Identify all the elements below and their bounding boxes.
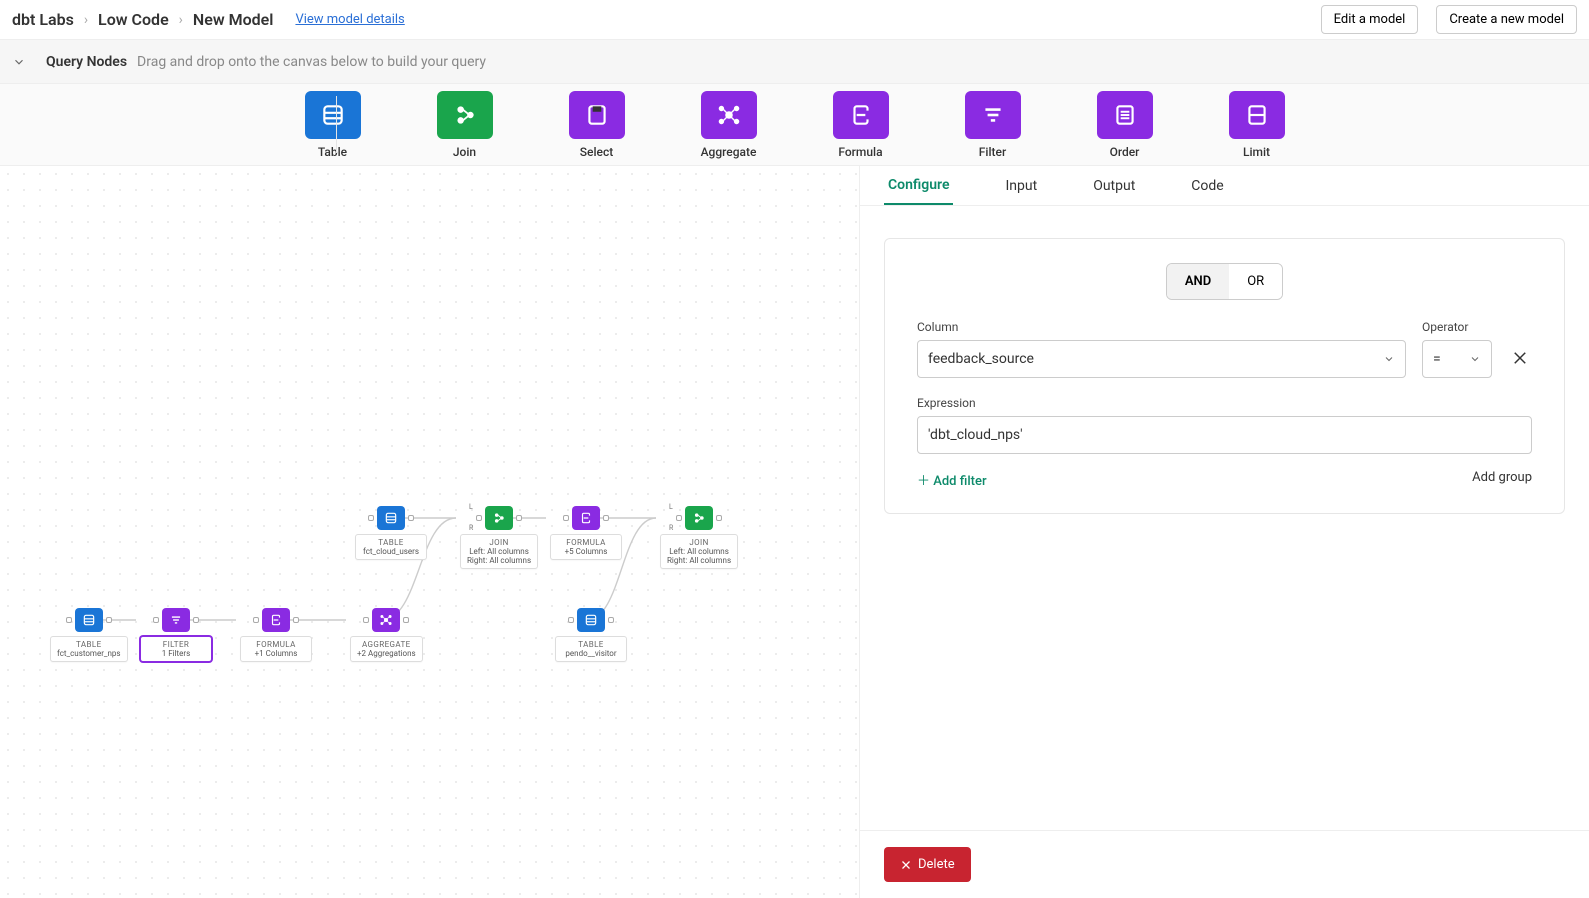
tool-filter[interactable]: Filter (965, 91, 1021, 159)
operator-label: Operator (1422, 320, 1492, 334)
tool-label: Order (1110, 145, 1140, 159)
tab-code[interactable]: Code (1187, 168, 1227, 204)
column-select[interactable]: feedback_source (917, 340, 1406, 378)
chevron-right-icon: › (179, 12, 183, 28)
tool-table[interactable]: Table (305, 91, 361, 159)
chevron-down-icon (1383, 353, 1395, 365)
config-body: AND OR Column feedback_source Operator (860, 206, 1589, 830)
node-n_tbl_users[interactable]: TABLEfct_cloud_users (355, 506, 427, 560)
expression-input[interactable]: 'dbt_cloud_nps' (917, 416, 1532, 454)
chevron-right-icon: › (84, 12, 88, 28)
node-n_agg[interactable]: AGGREGATE+2 Aggregations (350, 608, 423, 662)
node-n_tbl_nps[interactable]: TABLEfct_customer_nps (50, 608, 128, 662)
node-n_formula1[interactable]: FORMULA+1 Columns (240, 608, 312, 662)
tool-formula[interactable]: Formula (833, 91, 889, 159)
operator-select[interactable]: = (1422, 340, 1492, 378)
close-icon (900, 859, 912, 871)
join-icon (492, 511, 506, 525)
breadcrumb-bar: dbt Labs › Low Code › New Model View mod… (0, 0, 1589, 40)
config-tabs: Configure Input Output Code (860, 166, 1589, 206)
logic-toggle: AND OR (917, 263, 1532, 300)
edit-model-button[interactable]: Edit a model (1321, 5, 1419, 34)
canvas[interactable]: TABLEfct_cloud_users LRJOINLeft: All colu… (0, 166, 859, 898)
column-value: feedback_source (928, 351, 1034, 367)
query-nodes-title: Query Nodes (46, 54, 127, 70)
tool-label: Formula (838, 145, 882, 159)
node-n_tbl_pendo[interactable]: TABLEpendo__visitor (555, 608, 627, 662)
node-n_formula2[interactable]: FORMULA+5 Columns (550, 506, 622, 560)
delete-button[interactable]: Delete (884, 847, 971, 882)
logic-or-button[interactable]: OR (1229, 264, 1282, 299)
crumb-org[interactable]: dbt Labs (12, 10, 74, 29)
tool-join[interactable]: Join (437, 91, 493, 159)
close-icon (1511, 349, 1529, 367)
tab-input[interactable]: Input (1001, 168, 1041, 204)
formula-icon (848, 102, 874, 128)
expression-field: Expression 'dbt_cloud_nps' (917, 396, 1532, 454)
config-panel: Configure Input Output Code AND OR Column f… (859, 166, 1589, 898)
tool-label: Filter (979, 145, 1006, 159)
formula-icon (269, 613, 283, 627)
filter-card-footer: ＋ Add filter Add group (917, 470, 1532, 489)
chevron-down-icon[interactable] (12, 55, 26, 69)
table-icon (384, 511, 398, 525)
crumb-section[interactable]: Low Code (98, 10, 169, 29)
tool-label: Select (580, 145, 613, 159)
formula-icon (579, 511, 593, 525)
node-n_join1[interactable]: LRJOINLeft: All columns Right: All colum… (460, 506, 538, 569)
tool-select[interactable]: Select (569, 91, 625, 159)
tool-label: Table (318, 145, 347, 159)
table-icon (584, 613, 598, 627)
node-n_join2[interactable]: LRJOINLeft: All columns Right: All colum… (660, 506, 738, 569)
remove-filter-button[interactable] (1508, 346, 1532, 370)
tool-limit[interactable]: Limit (1229, 91, 1285, 159)
limit-icon (1244, 102, 1270, 128)
crumb-page[interactable]: New Model (193, 10, 274, 29)
filter-card: AND OR Column feedback_source Operator (884, 238, 1565, 514)
config-footer: Delete (860, 830, 1589, 898)
tool-order[interactable]: Order (1097, 91, 1153, 159)
operator-field: Operator = (1422, 320, 1492, 378)
tab-configure[interactable]: Configure (884, 167, 953, 205)
join-icon (452, 102, 478, 128)
filter-icon (169, 613, 183, 627)
operator-value: = (1433, 351, 1441, 367)
join-icon (692, 511, 706, 525)
query-nodes-header: Query Nodes Drag and drop onto the canva… (0, 40, 1589, 84)
aggregate-icon (716, 102, 742, 128)
tool-label: Join (453, 145, 476, 159)
expression-value: 'dbt_cloud_nps' (928, 427, 1023, 443)
add-filter-button[interactable]: ＋ Add filter (917, 470, 987, 489)
workspace: TABLEfct_cloud_users LRJOINLeft: All colu… (0, 166, 1589, 898)
tool-palette: Table Join Select Aggregate Formula Filter Ord… (0, 84, 1589, 166)
add-group-button[interactable]: Add group (1472, 470, 1532, 489)
create-model-button[interactable]: Create a new model (1436, 5, 1577, 34)
column-label: Column (917, 320, 1406, 334)
column-field: Column feedback_source (917, 320, 1406, 378)
order-icon (1112, 102, 1138, 128)
filter-row: Column feedback_source Operator = (917, 320, 1532, 378)
view-model-details-link[interactable]: View model details (295, 12, 404, 27)
aggregate-icon (379, 613, 393, 627)
table-icon (82, 613, 96, 627)
tool-aggregate[interactable]: Aggregate (701, 91, 757, 159)
tab-output[interactable]: Output (1089, 168, 1139, 204)
table-icon (320, 102, 346, 128)
logic-and-button[interactable]: AND (1167, 264, 1229, 299)
chevron-down-icon (1469, 353, 1481, 365)
tool-label: Limit (1243, 145, 1270, 159)
palette-divider (336, 96, 337, 153)
expression-label: Expression (917, 396, 1532, 410)
select-icon (584, 102, 610, 128)
filter-icon (980, 102, 1006, 128)
query-nodes-hint: Drag and drop onto the canvas below to b… (137, 54, 486, 70)
tool-label: Aggregate (701, 145, 757, 159)
node-n_filter[interactable]: FILTER1 Filters (140, 608, 212, 662)
